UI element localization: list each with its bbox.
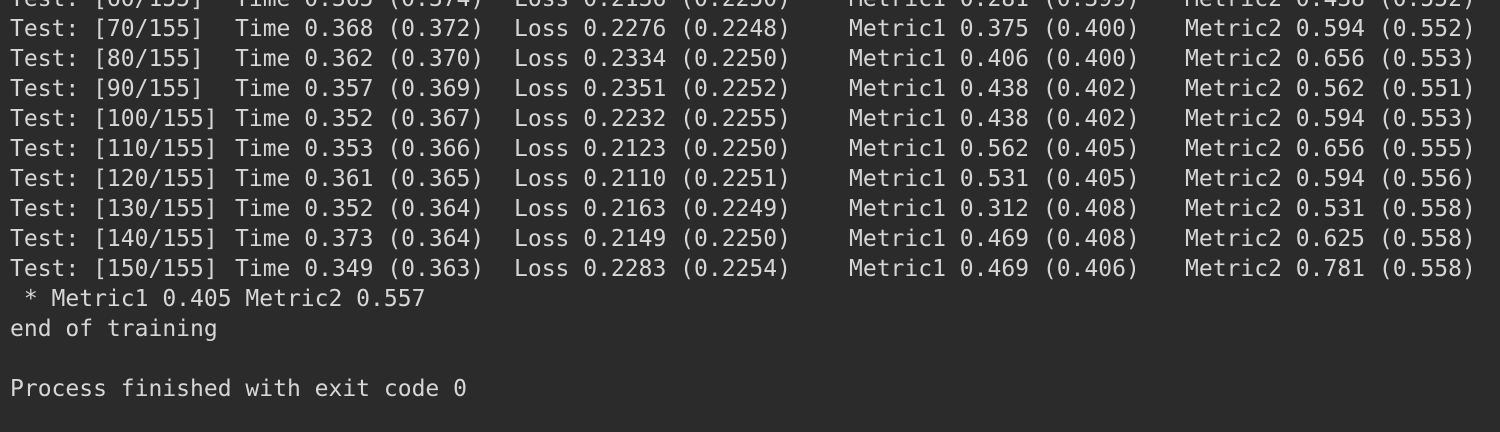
- test-progress: Test: [150/155]: [10, 256, 218, 282]
- metric2-value: Metric2 0.562 (0.551): [1185, 76, 1476, 102]
- time-value: Time 0.349 (0.363): [235, 256, 485, 282]
- time-value: Time 0.361 (0.365): [235, 166, 485, 192]
- log-line: Test: [100/155] Time 0.352 (0.367) Loss …: [10, 104, 1500, 134]
- metric1-value: Metric1 0.438 (0.402): [849, 106, 1140, 132]
- log-line: Test: [90/155] Time 0.357 (0.369) Loss 0…: [10, 74, 1500, 104]
- time-value: Time 0.352 (0.364): [235, 196, 485, 222]
- time-value: Time 0.353 (0.366): [235, 136, 485, 162]
- summary-line: * Metric1 0.405 Metric2 0.557: [10, 286, 426, 312]
- metric2-value: Metric2 0.781 (0.558): [1185, 256, 1476, 282]
- test-progress: Test: [80/155]: [10, 46, 204, 72]
- time-value: Time 0.373 (0.364): [235, 226, 485, 252]
- loss-value: Loss 0.2149 (0.2250): [514, 226, 791, 252]
- log-line: Test: [60/155] Time 0.365 (0.374) Loss 0…: [10, 0, 1500, 14]
- metric2-value: Metric2 0.594 (0.556): [1185, 166, 1476, 192]
- log-line: Test: [130/155] Time 0.352 (0.364) Loss …: [10, 194, 1500, 224]
- test-progress: Test: [140/155]: [10, 226, 218, 252]
- test-progress: Test: [90/155]: [10, 76, 204, 102]
- loss-value: Loss 0.2276 (0.2248): [514, 16, 791, 42]
- loss-value: Loss 0.2163 (0.2249): [514, 196, 791, 222]
- loss-value: Loss 0.2110 (0.2251): [514, 166, 791, 192]
- console-output[interactable]: Test: [60/155] Time 0.365 (0.374) Loss 0…: [0, 0, 1500, 416]
- time-value: Time 0.362 (0.370): [235, 46, 485, 72]
- metric2-value: Metric2 0.656 (0.553): [1185, 46, 1476, 72]
- log-line: Test: [150/155] Time 0.349 (0.363) Loss …: [10, 254, 1500, 284]
- log-line: Test: [120/155] Time 0.361 (0.365) Loss …: [10, 164, 1500, 194]
- metric2-value: Metric2 0.438 (0.552): [1185, 0, 1476, 14]
- log-line: Test: [110/155] Time 0.353 (0.366) Loss …: [10, 134, 1500, 164]
- loss-value: Loss 0.2334 (0.2250): [514, 46, 791, 72]
- test-progress: Test: [110/155]: [10, 136, 218, 162]
- metric1-value: Metric1 0.312 (0.408): [849, 196, 1140, 222]
- metric2-value: Metric2 0.594 (0.553): [1185, 106, 1476, 132]
- time-value: Time 0.368 (0.372): [235, 16, 485, 42]
- loss-value: Loss 0.2232 (0.2255): [514, 106, 791, 132]
- loss-value: Loss 0.2123 (0.2250): [514, 136, 791, 162]
- metric1-value: Metric1 0.469 (0.406): [849, 256, 1140, 282]
- log-line: Test: [70/155] Time 0.368 (0.372) Loss 0…: [10, 14, 1500, 44]
- test-progress: Test: [60/155]: [10, 0, 204, 14]
- test-progress: Test: [130/155]: [10, 196, 218, 222]
- metric2-value: Metric2 0.656 (0.555): [1185, 136, 1476, 162]
- loss-value: Loss 0.2283 (0.2254): [514, 256, 791, 282]
- test-progress: Test: [100/155]: [10, 106, 218, 132]
- test-progress: Test: [120/155]: [10, 166, 218, 192]
- metric1-value: Metric1 0.281 (0.399): [849, 0, 1140, 14]
- metric1-value: Metric1 0.531 (0.405): [849, 166, 1140, 192]
- metric1-value: Metric1 0.438 (0.402): [849, 76, 1140, 102]
- test-progress: Test: [70/155]: [10, 16, 204, 42]
- time-value: Time 0.365 (0.374): [235, 0, 484, 14]
- metric1-value: Metric1 0.562 (0.405): [849, 136, 1140, 162]
- end-of-training-line: end of training: [10, 316, 218, 342]
- process-finished-line: Process finished with exit code 0: [10, 376, 467, 402]
- metric2-value: Metric2 0.594 (0.552): [1185, 16, 1476, 42]
- metric1-value: Metric1 0.406 (0.400): [849, 46, 1140, 72]
- metric1-value: Metric1 0.469 (0.408): [849, 226, 1140, 252]
- loss-value: Loss 0.2136 (0.2250): [514, 0, 791, 14]
- log-line: Test: [80/155] Time 0.362 (0.370) Loss 0…: [10, 44, 1500, 74]
- loss-value: Loss 0.2351 (0.2252): [514, 76, 791, 102]
- log-line: Test: [140/155] Time 0.373 (0.364) Loss …: [10, 224, 1500, 254]
- time-value: Time 0.357 (0.369): [235, 76, 485, 102]
- metric2-value: Metric2 0.531 (0.558): [1185, 196, 1476, 222]
- metric1-value: Metric1 0.375 (0.400): [849, 16, 1140, 42]
- time-value: Time 0.352 (0.367): [235, 106, 485, 132]
- metric2-value: Metric2 0.625 (0.558): [1185, 226, 1476, 252]
